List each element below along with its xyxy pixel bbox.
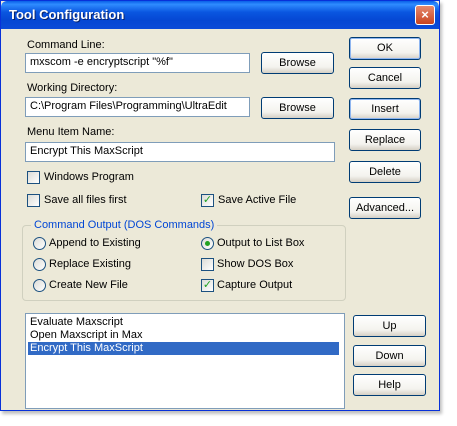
create-new-file-label: Create New File [49,279,128,291]
save-active-file-checkbox[interactable]: ✓ [201,194,214,207]
show-dos-box-checkbox[interactable] [201,258,214,271]
command-line-label: Command Line: [27,39,105,51]
capture-output-checkbox[interactable]: ✓ [201,279,214,292]
menu-item-name-input[interactable]: Encrypt This MaxScript [25,142,335,162]
replace-button[interactable]: Replace [349,129,421,151]
show-dos-box-label: Show DOS Box [217,258,294,270]
list-item-selected[interactable]: Encrypt This MaxScript [28,342,339,355]
up-button[interactable]: Up [353,315,426,337]
ok-button[interactable]: OK [349,37,421,60]
working-directory-browse-button[interactable]: Browse [261,97,334,119]
command-line-browse-button[interactable]: Browse [261,52,334,74]
command-line-input[interactable]: mxscom -e encryptscript "%f" [25,53,250,73]
checkmark-icon: ✓ [202,194,213,206]
list-item[interactable]: Open Maxscript in Max [28,329,142,342]
append-to-existing-radio[interactable] [33,237,46,250]
replace-existing-radio[interactable] [33,258,46,271]
save-all-files-first-checkbox[interactable] [27,194,40,207]
command-output-group-title: Command Output (DOS Commands) [31,219,218,231]
output-to-list-box-radio[interactable] [201,237,214,250]
list-item[interactable]: Evaluate Maxscript [28,316,123,329]
replace-existing-label: Replace Existing [49,258,131,270]
create-new-file-radio[interactable] [33,279,46,292]
tool-configuration-dialog: Tool Configuration × Command Line: mxsco… [0,0,440,411]
window-title: Tool Configuration [9,7,125,22]
cancel-button[interactable]: Cancel [349,67,421,89]
append-to-existing-label: Append to Existing [49,237,141,249]
close-button[interactable]: × [415,5,435,25]
menu-item-name-label: Menu Item Name: [27,126,115,138]
checkmark-icon: ✓ [202,279,213,291]
delete-button[interactable]: Delete [349,161,421,183]
windows-program-checkbox[interactable] [27,171,40,184]
title-bar[interactable]: Tool Configuration × [1,1,439,29]
windows-program-label: Windows Program [44,171,134,183]
insert-button[interactable]: Insert [349,98,421,120]
close-icon: × [421,7,429,22]
help-button[interactable]: Help [353,374,426,396]
save-active-file-label: Save Active File [218,194,297,206]
output-to-list-box-label: Output to List Box [217,237,305,249]
down-button[interactable]: Down [353,345,426,367]
radio-selected-dot-icon [205,241,210,246]
save-all-files-first-label: Save all files first [44,194,127,206]
working-directory-label: Working Directory: [27,82,118,94]
tool-list[interactable]: Evaluate Maxscript Open Maxscript in Max… [25,313,345,409]
capture-output-label: Capture Output [217,279,293,291]
working-directory-input[interactable]: C:\Program Files\Programming\UltraEdit [25,97,250,117]
advanced-button[interactable]: Advanced... [349,197,421,219]
